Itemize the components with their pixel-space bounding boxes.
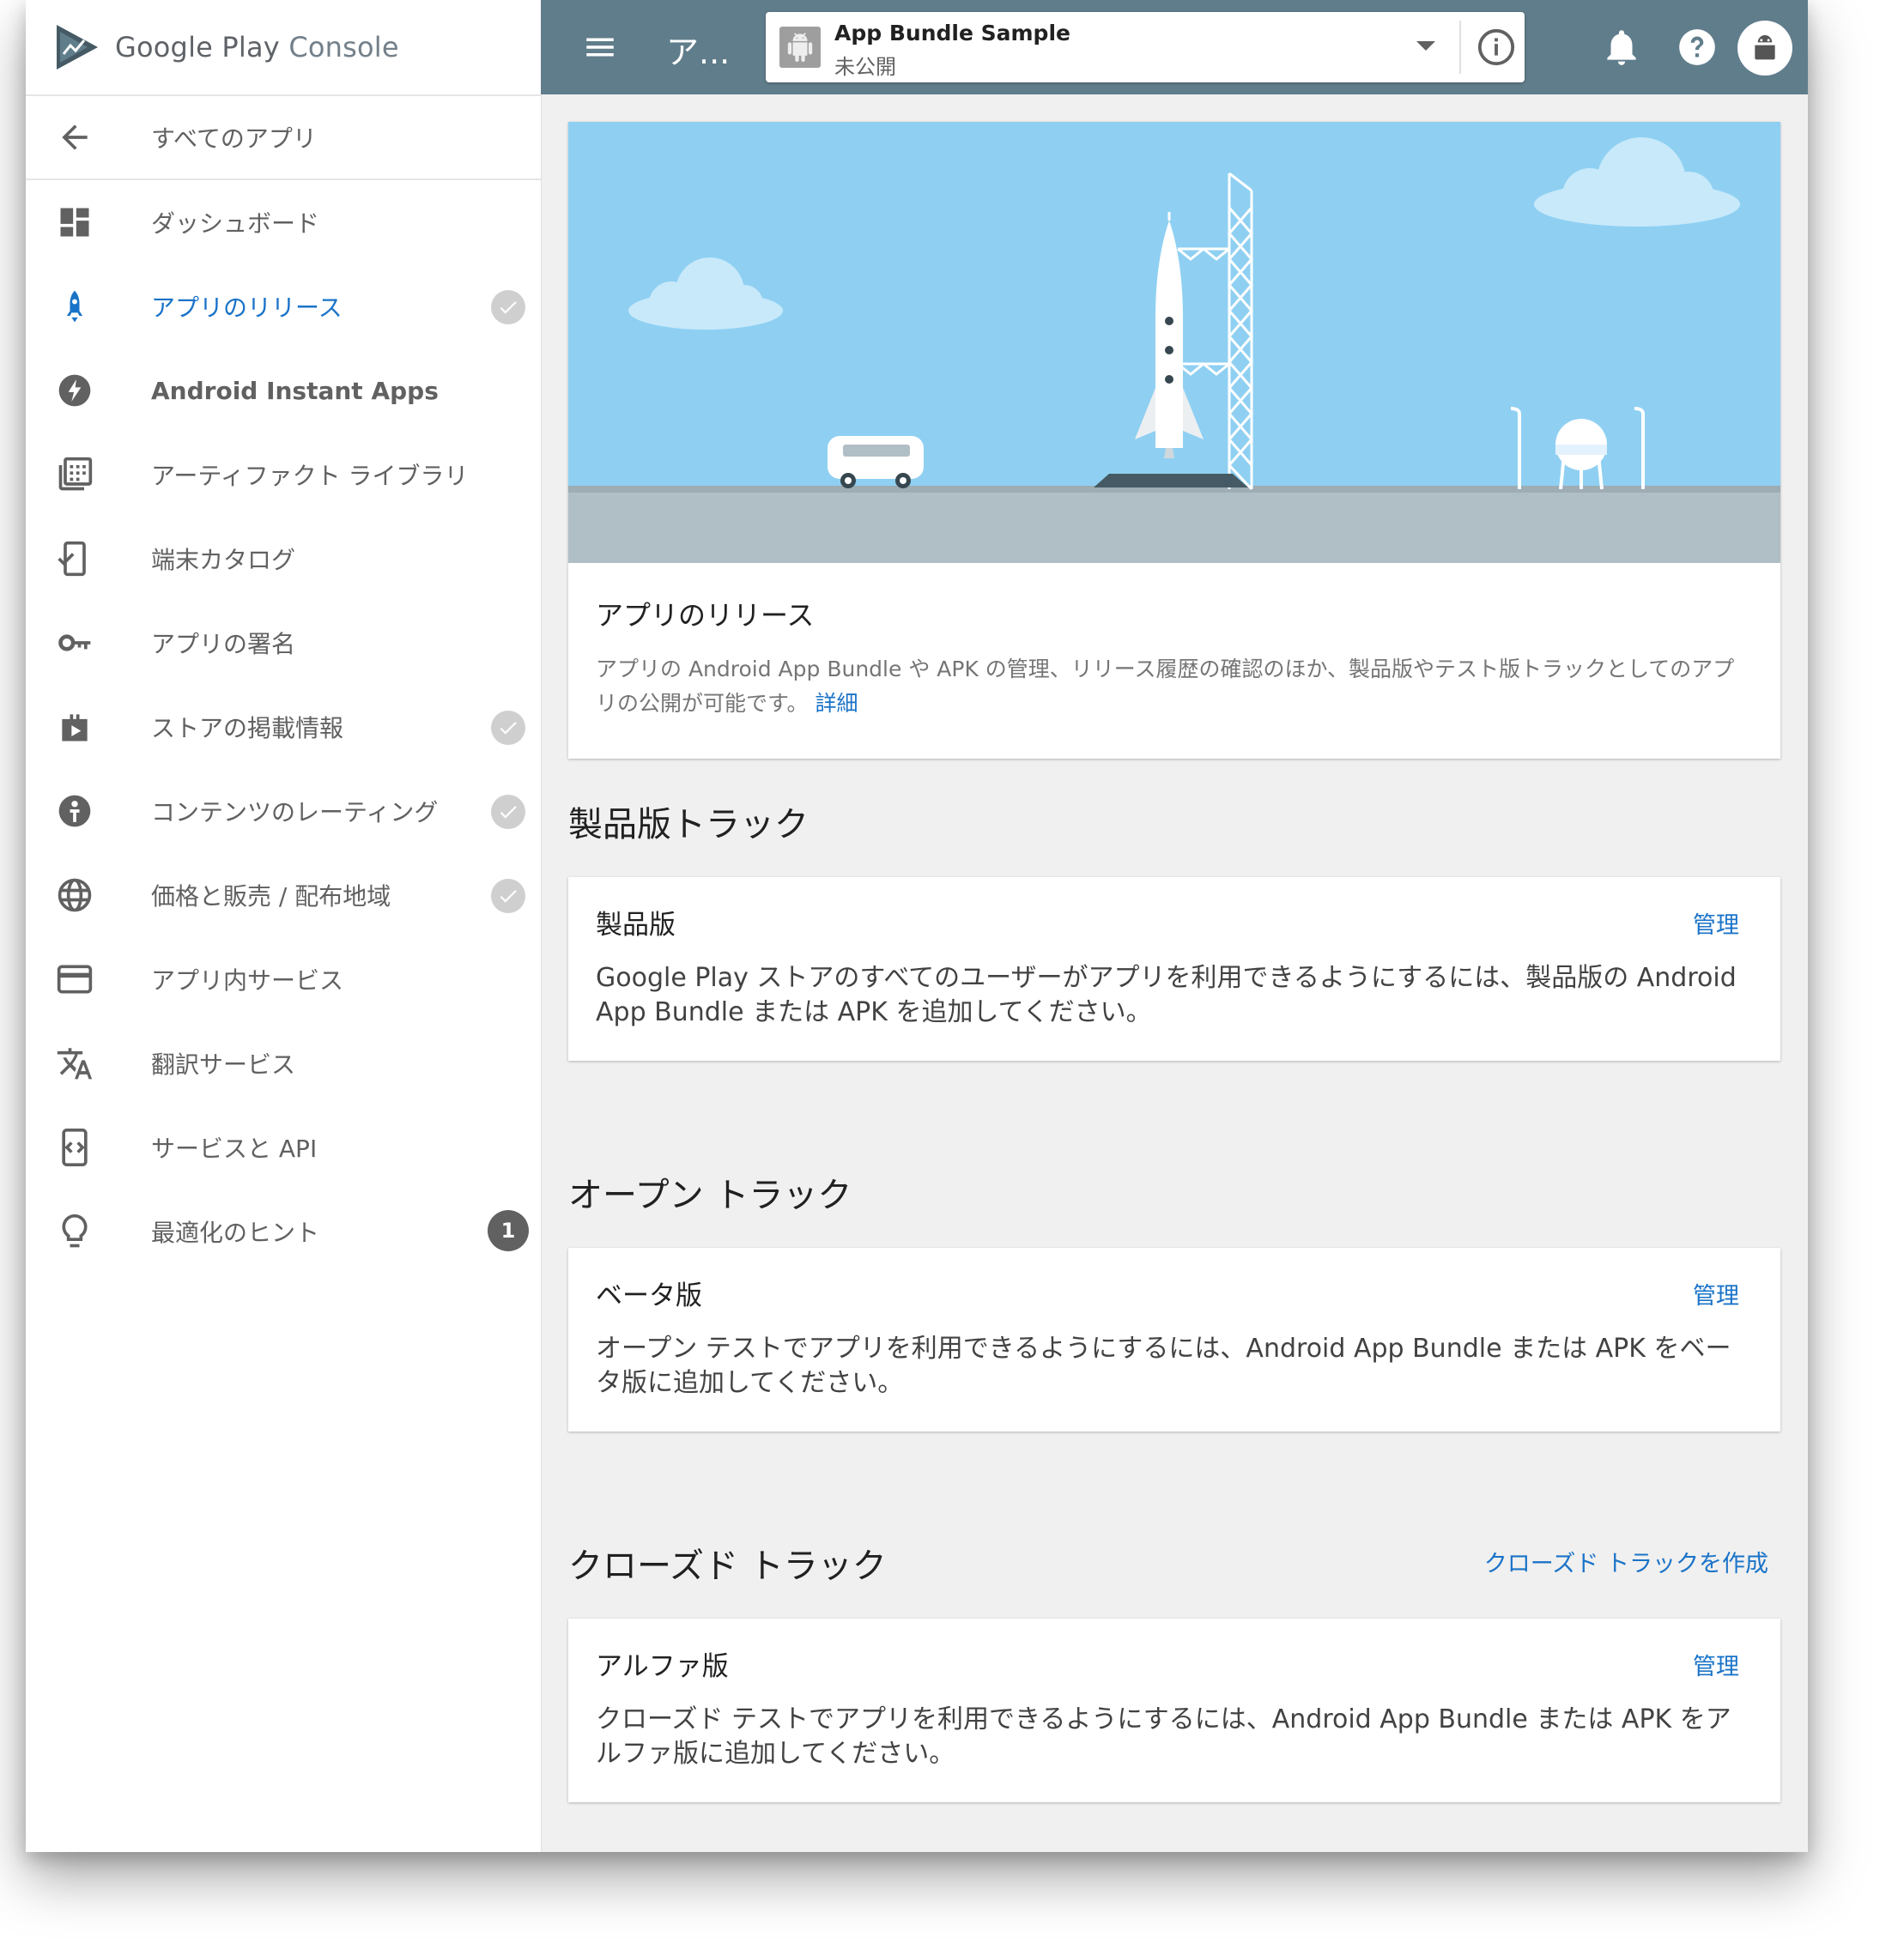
sidebar: Google Play Console すべてのアプリ ダッシュボード アプリの…: [26, 0, 542, 1852]
production-section-title: 製品版トラック: [568, 805, 809, 844]
sidebar-item-pricing-distribution[interactable]: 価格と販売 / 配布地域: [26, 853, 541, 937]
sidebar-item-artifact-library[interactable]: アーティファクト ライブラリ: [26, 433, 541, 517]
sidebar-item-label: アプリの署名: [151, 630, 296, 658]
brand-name: Google Play Console: [115, 31, 399, 64]
console-window: Google Play Console すべてのアプリ ダッシュボード アプリの…: [26, 0, 1808, 1852]
key-icon: [55, 623, 94, 663]
alpha-track-card: アルファ版 管理 クローズド テストでアプリを利用できるようにするには、Andr…: [568, 1619, 1780, 1802]
app-selector-dropdown[interactable]: App Bundle Sample 未公開: [766, 12, 1525, 82]
globe-icon: [55, 875, 94, 915]
release-card-description: アプリの Android App Bundle や APK の管理、リリース履歴…: [596, 657, 1735, 716]
menu-icon[interactable]: [582, 29, 618, 65]
sidebar-item-label: ダッシュボード: [151, 209, 320, 238]
production-track-title: 製品版: [596, 910, 676, 941]
main-content: アプリのリリース アプリの Android App Bundle や APK の…: [541, 94, 1808, 1852]
beta-track-description: オープン テストでアプリを利用できるようにするには、Android App Bu…: [596, 1334, 1731, 1398]
check-icon: [491, 711, 525, 745]
app-status: 未公開: [834, 55, 896, 79]
device-catalog-icon: [55, 539, 94, 578]
production-track-card: 製品版 管理 Google Play ストアのすべてのユーザーがアプリを利用でき…: [568, 877, 1780, 1061]
translate-icon: [55, 1044, 94, 1083]
sidebar-item-label: アプリのリリース: [151, 294, 343, 322]
sidebar-item-label: ストアの掲載情報: [151, 714, 344, 742]
credit-card-icon: [55, 959, 94, 999]
sidebar-item-label: アプリ内サービス: [151, 966, 344, 995]
app-name: App Bundle Sample: [834, 21, 1070, 45]
sidebar-item-app-release[interactable]: アプリのリリース: [26, 264, 541, 348]
open-section-title: オープン トラック: [568, 1176, 852, 1215]
back-to-all-apps[interactable]: すべてのアプリ: [26, 96, 541, 180]
closed-section-title: クローズド トラック: [568, 1547, 887, 1586]
release-card-title: アプリのリリース: [596, 599, 815, 632]
sidebar-item-store-listing[interactable]: ストアの掲載情報: [26, 685, 541, 769]
sidebar-item-label: 翻訳サービス: [151, 1050, 296, 1079]
chevron-down-icon: [1416, 41, 1435, 51]
notifications-bell-icon[interactable]: [1600, 26, 1643, 69]
alpha-track-description: クローズド テストでアプリを利用できるようにするには、Android App B…: [596, 1704, 1731, 1769]
sidebar-item-instant-apps[interactable]: Android Instant Apps: [26, 348, 541, 433]
sidebar-item-content-rating[interactable]: コンテンツのレーティング: [26, 769, 541, 853]
back-label: すべてのアプリ: [151, 124, 317, 153]
release-intro-card: アプリのリリース アプリの Android App Bundle や APK の…: [568, 122, 1780, 759]
library-icon: [55, 455, 94, 494]
sidebar-item-device-catalog[interactable]: 端末カタログ: [26, 517, 541, 601]
sidebar-item-in-app-products[interactable]: アプリ内サービス: [26, 937, 541, 1021]
alpha-manage-button[interactable]: 管理: [1693, 1648, 1739, 1681]
beta-manage-button[interactable]: 管理: [1693, 1277, 1739, 1310]
bolt-icon: [55, 371, 94, 410]
sidebar-item-app-signing[interactable]: アプリの署名: [26, 601, 541, 685]
divider: [1459, 21, 1461, 74]
android-avatar-icon: [1755, 35, 1775, 60]
play-console-logo-icon: [57, 25, 98, 70]
api-icon: [55, 1128, 94, 1167]
lightbulb-icon: [55, 1212, 94, 1251]
store-icon: [55, 707, 94, 747]
beta-track-card: ベータ版 管理 オープン テストでアプリを利用できるようにするには、Androi…: [568, 1248, 1780, 1432]
sidebar-item-label: 最適化のヒント: [151, 1219, 320, 1247]
help-icon[interactable]: [1676, 26, 1719, 69]
sidebar-item-translation[interactable]: 翻訳サービス: [26, 1021, 541, 1105]
check-icon: [491, 795, 525, 829]
tips-count-badge: 1: [488, 1210, 529, 1251]
create-closed-track-link[interactable]: クローズド トラックを作成: [1484, 1545, 1768, 1578]
info-icon[interactable]: [1477, 27, 1516, 67]
rocket-icon: [55, 287, 94, 326]
sidebar-item-label: サービスと API: [151, 1135, 318, 1163]
sidebar-item-label: コンテンツのレーティング: [151, 798, 439, 826]
android-app-icon: [779, 27, 821, 68]
arrow-back-icon: [55, 118, 94, 157]
rocket-launch-illustration: [568, 122, 1780, 563]
alpha-track-title: アルファ版: [596, 1651, 729, 1682]
production-manage-button[interactable]: 管理: [1693, 906, 1739, 940]
sidebar-item-label: 価格と販売 / 配布地域: [151, 882, 391, 911]
beta-track-title: ベータ版: [596, 1280, 702, 1311]
sidebar-item-label: アーティファクト ライブラリ: [151, 462, 469, 490]
learn-more-link[interactable]: 詳細: [815, 691, 858, 716]
account-avatar[interactable]: [1737, 21, 1792, 76]
sidebar-item-label: Android Instant Apps: [151, 376, 439, 405]
sidebar-item-label: 端末カタログ: [151, 546, 296, 574]
sidebar-nav: ダッシュボード アプリのリリース Android Instant Apps アー…: [26, 180, 541, 1274]
check-icon: [491, 879, 525, 913]
dashboard-icon: [55, 203, 94, 242]
rating-icon: [55, 791, 94, 831]
production-track-description: Google Play ストアのすべてのユーザーがアプリを利用できるようにするに…: [596, 963, 1737, 1027]
sidebar-item-dashboard[interactable]: ダッシュボード: [26, 180, 541, 264]
page-title: ア...: [666, 33, 731, 71]
top-app-bar: ア... App Bundle Sample 未公開: [541, 0, 1808, 94]
sidebar-item-services-api[interactable]: サービスと API: [26, 1105, 541, 1189]
sidebar-item-optimization-tips[interactable]: 最適化のヒント 1: [26, 1189, 541, 1274]
brand-header[interactable]: Google Play Console: [26, 0, 541, 96]
check-icon: [491, 290, 525, 324]
